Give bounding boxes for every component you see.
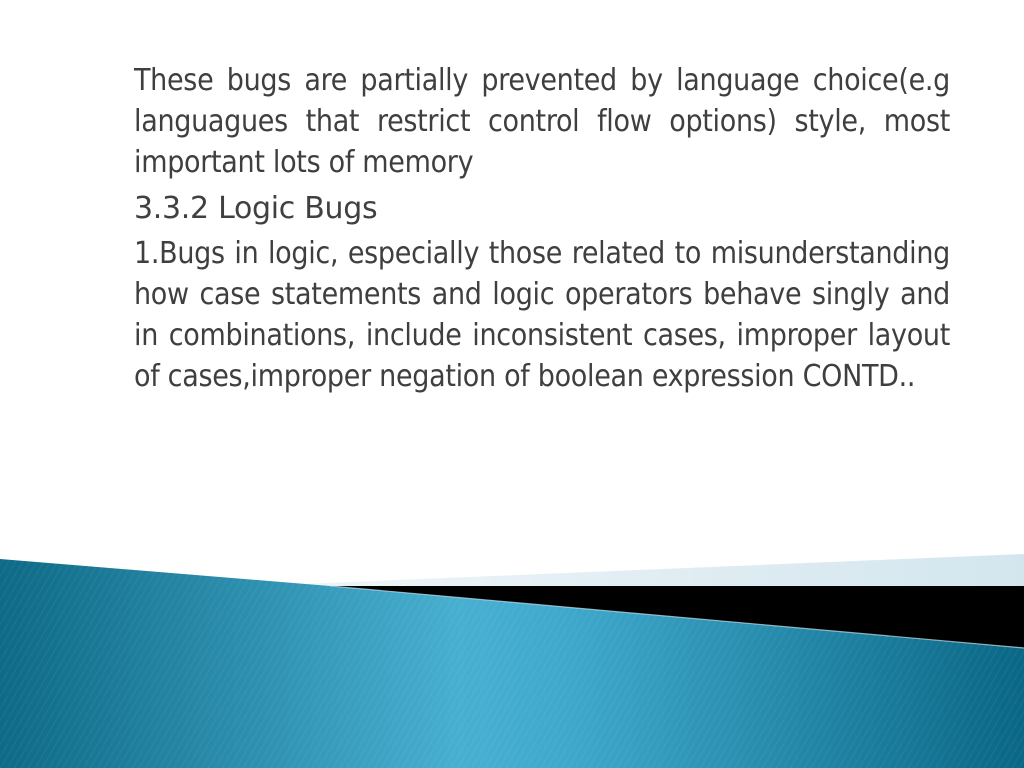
intro-paragraph: These bugs are partially prevented by la… <box>134 63 950 180</box>
body-paragraph: 1.Bugs in logic, especially those relate… <box>134 236 950 394</box>
section-heading: 3.3.2 Logic Bugs <box>134 191 378 226</box>
light-blue-sliver <box>300 554 1024 587</box>
slide-content: These bugs are partially prevented by la… <box>134 60 950 397</box>
